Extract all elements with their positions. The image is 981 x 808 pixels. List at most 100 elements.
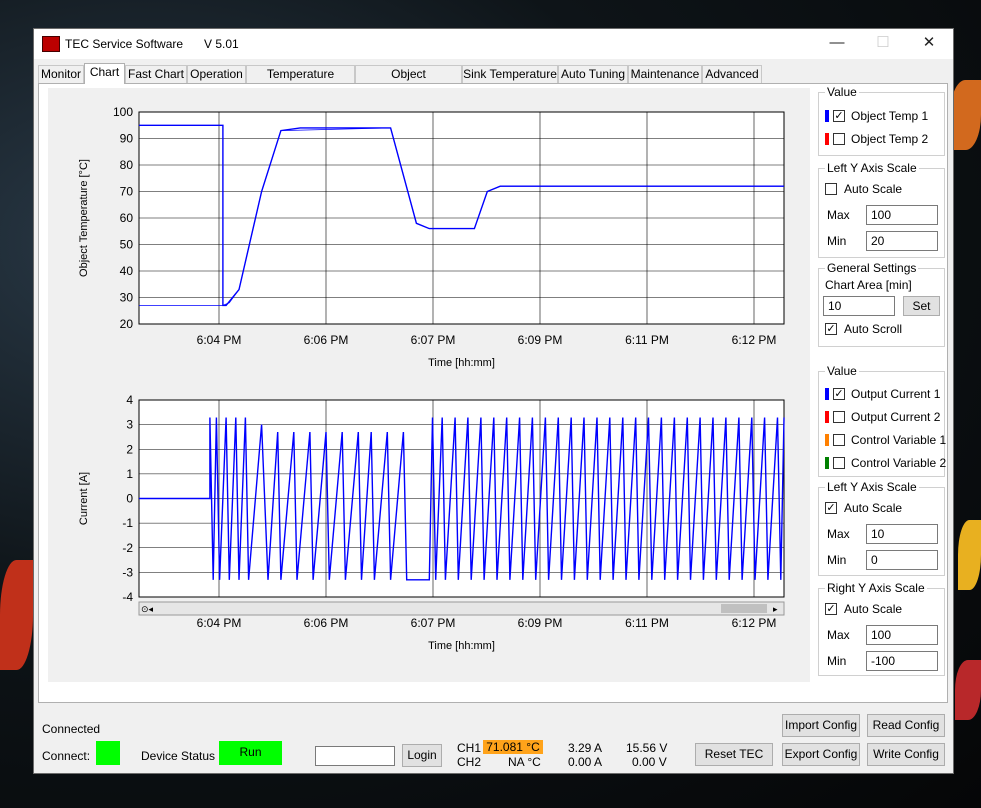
group-title: Value <box>825 85 859 99</box>
tab-temperature-control[interactable]: Temperature Control <box>246 65 355 98</box>
x-tick-label: 6:11 PM <box>625 333 669 347</box>
auto-scroll-checkbox[interactable]: ✓ <box>825 323 837 335</box>
object-temp-1-checkbox[interactable]: ✓ <box>833 110 845 122</box>
y-tick-label: 1 <box>126 467 133 481</box>
set-button[interactable]: Set <box>903 296 940 316</box>
scroll-right-icon[interactable]: ▸ <box>773 605 778 615</box>
x-axis-title: Time [hh:mm] <box>428 357 495 369</box>
temperature-chart: 20 30 40 50 60 70 80 90 100 6:04 PM 6:06 PM 6:07 PM… <box>78 105 785 369</box>
min-input[interactable]: -100 <box>866 651 938 671</box>
min-label: Min <box>827 234 847 248</box>
x-axis-title: Time [hh:mm] <box>428 640 495 652</box>
chart-page: 20 30 40 50 60 70 80 90 100 6:04 PM 6:06 PM 6:07 PM… <box>38 83 948 703</box>
auto-scale-checkbox[interactable]: ✓ <box>825 502 837 514</box>
group-title: General Settings <box>825 261 919 275</box>
output-current-1-checkbox[interactable]: ✓ <box>833 388 845 400</box>
value-group-bottom: Value ✓ Output Current 1 Output Current … <box>818 364 947 477</box>
tab-sink-temperature[interactable]: Sink Temperature <box>462 65 558 83</box>
auto-scale-checkbox[interactable] <box>825 183 837 195</box>
chart-area-input[interactable]: 10 <box>823 296 895 316</box>
background-leaf <box>950 80 981 150</box>
y-tick-label: 30 <box>120 291 134 305</box>
ch1-current: 3.29 A <box>568 741 603 755</box>
group-title: Value <box>825 364 859 378</box>
object-temp-1-label: Object Temp 1 <box>851 109 929 123</box>
tab-advanced[interactable]: Advanced <box>702 65 762 83</box>
y-tick-label: 100 <box>113 105 133 119</box>
password-input[interactable] <box>315 746 395 766</box>
min-input[interactable]: 20 <box>866 231 938 251</box>
x-tick-label: 6:06 PM <box>304 616 349 630</box>
series-color-swatch <box>825 411 829 423</box>
x-tick-label: 6:12 PM <box>732 616 777 630</box>
zoom-reset-icon[interactable]: ⊙◂ <box>141 605 154 615</box>
max-label: Max <box>827 208 850 222</box>
max-input[interactable]: 100 <box>866 625 938 645</box>
object-temp-2-checkbox[interactable] <box>833 133 845 145</box>
y-tick-label: 2 <box>126 442 133 456</box>
ch1-temperature: 71.081 °C <box>483 740 543 754</box>
general-settings-group: General Settings Chart Area [min] 10 Set… <box>818 261 945 347</box>
control-variable-1-label: Control Variable 1 <box>851 433 947 447</box>
read-config-button[interactable]: Read Config <box>867 714 945 737</box>
max-input[interactable]: 100 <box>866 205 938 225</box>
chart-area: 20 30 40 50 60 70 80 90 100 6:04 PM 6:06 PM 6:07 PM… <box>48 88 810 682</box>
output-current-2-checkbox[interactable] <box>833 411 845 423</box>
y-tick-label: 80 <box>120 158 134 172</box>
chart-scrollbar[interactable] <box>138 601 785 616</box>
background-leaf <box>955 660 981 720</box>
y-tick-label: 4 <box>126 393 133 407</box>
x-tick-label: 6:06 PM <box>304 333 349 347</box>
auto-scroll-label: Auto Scroll <box>844 322 903 336</box>
close-button[interactable]: ✕ <box>906 29 952 59</box>
connect-indicator <box>96 741 120 765</box>
background-leaf <box>958 520 981 590</box>
import-config-button[interactable]: Import Config <box>782 714 860 737</box>
min-label: Min <box>827 654 847 668</box>
ch2-voltage: 0.00 V <box>632 755 667 769</box>
tab-chart[interactable]: Chart <box>84 63 125 84</box>
connect-label: Connect: <box>42 749 91 763</box>
y-tick-label: 70 <box>120 185 134 199</box>
auto-scale-label: Auto Scale <box>844 501 903 515</box>
tab-fast-chart[interactable]: Fast Chart <box>125 65 187 83</box>
window-title: TEC Service Software <box>65 37 184 51</box>
min-input[interactable]: 0 <box>866 550 938 570</box>
chart-scrollbar-thumb[interactable] <box>721 604 767 613</box>
control-variable-2-label: Control Variable 2 <box>851 456 947 470</box>
export-config-button[interactable]: Export Config <box>782 743 860 766</box>
y-tick-label: 40 <box>120 264 134 278</box>
tab-operation[interactable]: Operation <box>187 65 246 83</box>
series-color-swatch <box>825 434 829 446</box>
max-label: Max <box>827 628 850 642</box>
tab-monitor[interactable]: Monitor <box>38 65 84 83</box>
auto-scale-checkbox[interactable]: ✓ <box>825 603 837 615</box>
ch2-current: 0.00 A <box>568 755 603 769</box>
x-tick-label: 6:09 PM <box>518 616 563 630</box>
reset-tec-button[interactable]: Reset TEC <box>695 743 773 766</box>
version-label: V 5.01 <box>204 37 239 51</box>
x-tick-label: 6:04 PM <box>197 616 242 630</box>
tab-object-temperature[interactable]: Object Temperature <box>355 65 462 98</box>
max-input[interactable]: 10 <box>866 524 938 544</box>
minimize-button[interactable]: — <box>814 29 860 59</box>
ch2-label: CH2 <box>457 755 482 769</box>
x-tick-label: 6:09 PM <box>518 333 563 347</box>
control-variable-1-checkbox[interactable] <box>833 434 845 446</box>
write-config-button[interactable]: Write Config <box>867 743 945 766</box>
ch2-temperature: NA °C <box>508 755 541 769</box>
maximize-button[interactable]: ☐ <box>860 29 906 59</box>
title-bar: TEC Service Software V 5.01 — ☐ ✕ <box>34 29 953 59</box>
value-group-top: Value ✓ Object Temp 1 Object Temp 2 <box>818 85 945 156</box>
x-tick-label: 6:11 PM <box>625 616 669 630</box>
connection-status-text: Connected <box>42 722 101 736</box>
x-tick-label: 6:12 PM <box>732 333 777 347</box>
x-tick-label: 6:07 PM <box>411 616 456 630</box>
min-label: Min <box>827 553 847 567</box>
object-temp-2-label: Object Temp 2 <box>851 132 929 146</box>
login-button[interactable]: Login <box>402 744 442 767</box>
tab-auto-tuning[interactable]: Auto Tuning <box>558 65 628 83</box>
tab-maintenance[interactable]: Maintenance <box>628 65 702 83</box>
y-tick-label: 60 <box>120 211 134 225</box>
control-variable-2-checkbox[interactable] <box>833 457 845 469</box>
